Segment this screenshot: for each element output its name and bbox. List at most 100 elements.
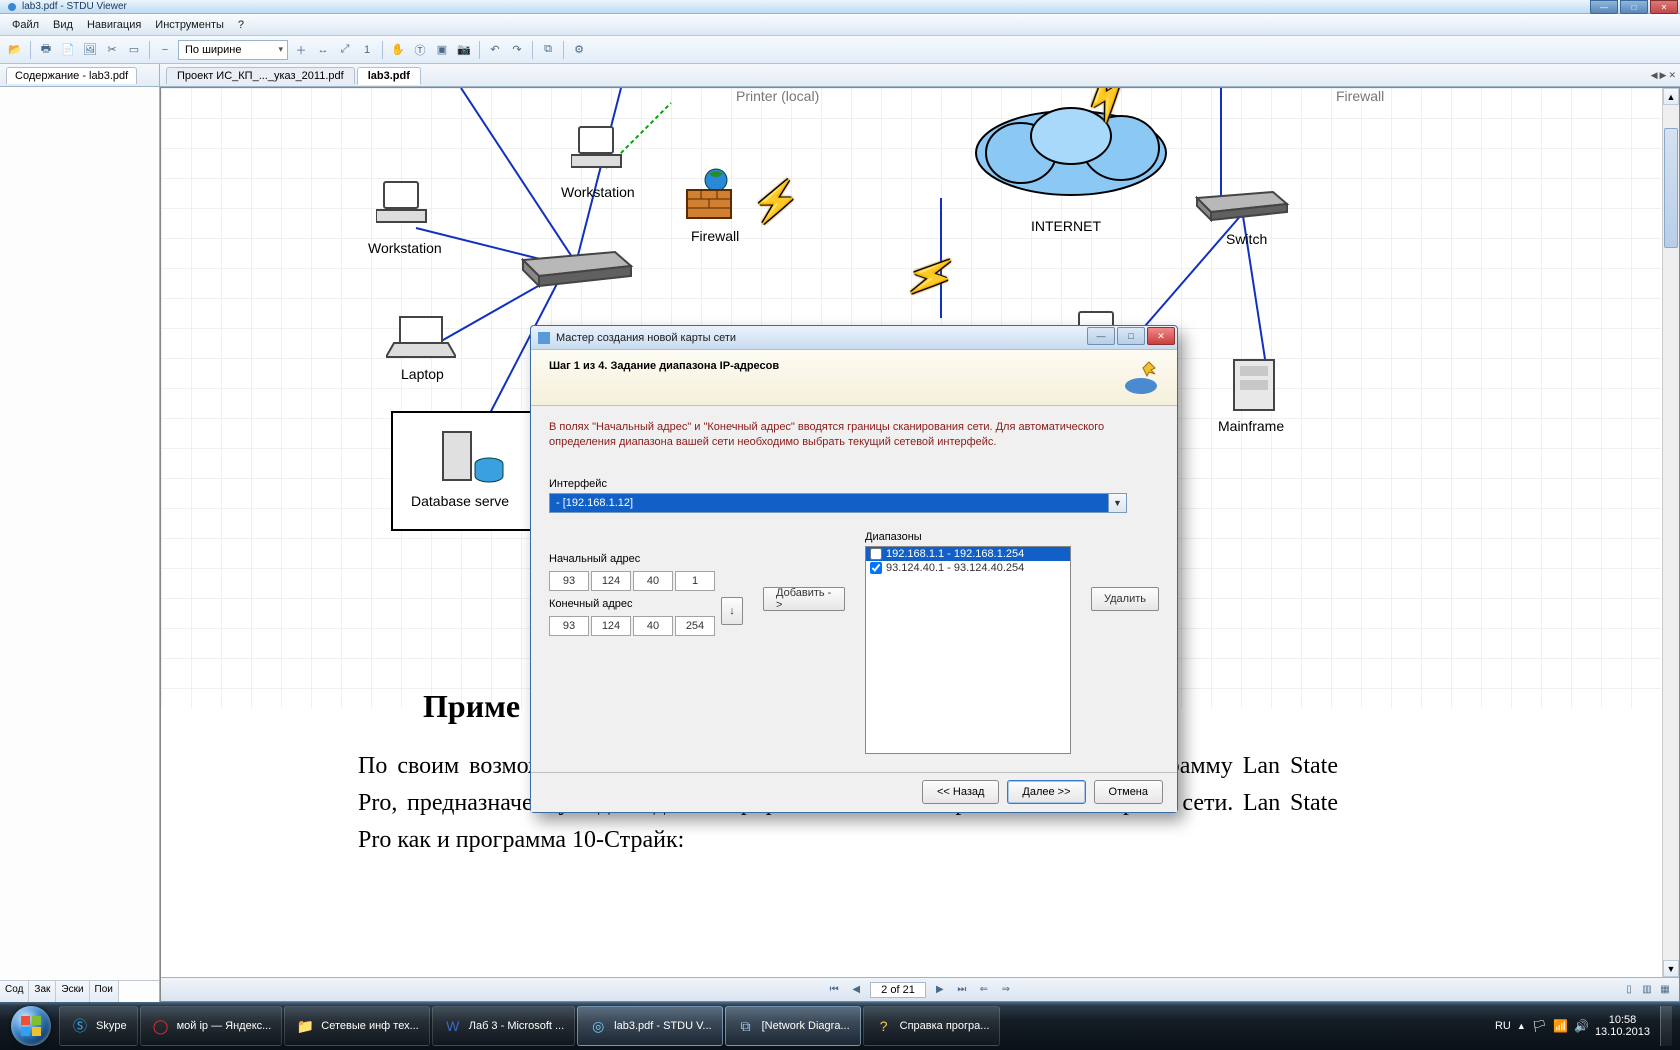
open-icon[interactable]: 📂 [6,41,24,59]
dialog-titlebar[interactable]: Мастер создания новой карты сети — □ ✕ [531,326,1177,350]
prev-page-icon[interactable]: ◀ [848,982,864,998]
tab-close-icon[interactable]: ✕ [1668,70,1676,81]
scroll-down-icon[interactable]: ▼ [1663,960,1679,977]
network-icon[interactable]: 📶 [1553,1019,1568,1033]
settings-icon[interactable]: ⚙ [570,41,588,59]
zoom-select[interactable]: По ширине [178,40,288,60]
start-button[interactable] [4,1006,58,1046]
laptop-label: Laptop [401,366,444,382]
maximize-button[interactable]: □ [1620,0,1648,14]
back-icon[interactable]: ⇐ [976,982,992,998]
scroll-thumb[interactable] [1664,128,1678,248]
ip-octet[interactable]: 40 [633,616,673,636]
sidebar-tab-thumbnails[interactable]: Эски [56,981,89,1002]
sidebar-body[interactable] [0,87,159,980]
vertical-scrollbar[interactable]: ▲ ▼ [1662,88,1679,977]
sidebar-tab-contents[interactable]: Содержание - lab3.pdf [6,67,137,84]
tray-chevron-icon[interactable]: ▲ [1517,1021,1526,1031]
last-page-icon[interactable]: ⏭ [954,982,970,998]
delete-range-button[interactable]: Удалить [1091,587,1159,611]
ip-octet[interactable]: 93 [549,571,589,591]
forward-icon[interactable]: ⇒ [998,982,1014,998]
titlebar[interactable]: lab3.pdf - STDU Viewer — □ ✕ [0,0,1680,14]
dialog-maximize-button[interactable]: □ [1117,327,1145,345]
ip-octet[interactable]: 124 [591,571,631,591]
zoom-in-icon[interactable]: ＋ [292,41,310,59]
hand-icon[interactable]: ✋ [389,41,407,59]
back-button[interactable]: << Назад [922,780,999,804]
rect-select-icon[interactable]: ▣ [433,41,451,59]
export-image-icon[interactable]: 🖼 [81,41,99,59]
close-button[interactable]: ✕ [1650,0,1678,14]
task-folder[interactable]: 📁 Сетевые инф тех... [284,1006,429,1046]
snapshot-icon[interactable]: ✂ [103,41,121,59]
chevron-down-icon[interactable]: ▼ [1108,494,1126,512]
select-icon[interactable]: ▭ [125,41,143,59]
continuous-icon[interactable]: ▥ [1639,982,1655,998]
task-stdu[interactable]: ◎ lab3.pdf - STDU V... [577,1006,722,1046]
flag-icon[interactable]: 🏳 [1532,1019,1547,1033]
fit-page-icon[interactable]: ⤢ [336,41,354,59]
task-opera[interactable]: ◯ мой ip — Яндекс... [140,1006,283,1046]
rotate-left-icon[interactable]: ↶ [486,41,504,59]
interface-combobox[interactable]: - [192.168.1.12] ▼ [549,493,1127,513]
print-icon[interactable]: 🖶 [37,41,55,59]
diagram-icon: ⧉ [736,1016,756,1036]
copy-icon[interactable]: ⧉ [539,41,557,59]
clock[interactable]: 10:58 13.10.2013 [1595,1014,1650,1038]
dialog-close-button[interactable]: ✕ [1147,327,1175,345]
first-page-icon[interactable]: ⏮ [826,982,842,998]
export-text-icon[interactable]: 📄 [59,41,77,59]
next-page-icon[interactable]: ▶ [932,982,948,998]
range-item[interactable]: 192.168.1.1 - 192.168.1.254 [866,547,1070,561]
tab-prev-icon[interactable]: ◀ [1651,70,1658,81]
actual-size-icon[interactable]: 1 [358,41,376,59]
doc-tab-1[interactable]: Проект ИС_КП_..._указ_2011.pdf [166,67,355,84]
minimize-button[interactable]: — [1590,0,1618,14]
separator [30,41,31,59]
task-help[interactable]: ? Справка програ... [863,1006,1001,1046]
sidebar-tab-contents2[interactable]: Сод [0,981,29,1002]
laptop-icon [386,313,456,363]
facing-icon[interactable]: ▦ [1657,982,1673,998]
add-range-button[interactable]: Добавить -> [763,587,845,611]
ip-octet[interactable]: 40 [633,571,673,591]
fit-width-icon[interactable]: ↔ [314,41,332,59]
single-page-icon[interactable]: ▯ [1621,982,1637,998]
menu-tools[interactable]: Инструменты [149,17,230,33]
menu-view[interactable]: Вид [47,17,79,33]
scroll-up-icon[interactable]: ▲ [1663,88,1679,105]
menu-navigation[interactable]: Навигация [81,17,147,33]
range-item[interactable]: 93.124.40.1 - 93.124.40.254 [866,561,1070,575]
zoom-out-icon[interactable]: − [156,41,174,59]
swap-button[interactable]: ↓ [721,597,743,625]
rotate-right-icon[interactable]: ↷ [508,41,526,59]
doc-tab-2[interactable]: lab3.pdf [357,67,421,85]
switch-label: Switch [1226,231,1267,247]
sidebar-tab-search[interactable]: Пои [90,981,119,1002]
ip-octet[interactable]: 93 [549,616,589,636]
next-button[interactable]: Далее >> [1007,780,1085,804]
ip-octet[interactable]: 254 [675,616,715,636]
switch-icon [1191,188,1291,223]
menu-help[interactable]: ? [232,17,250,33]
task-word[interactable]: W Лаб 3 - Microsoft ... [432,1006,575,1046]
ip-octet[interactable]: 1 [675,571,715,591]
dialog-minimize-button[interactable]: — [1087,327,1115,345]
ranges-listbox[interactable]: 192.168.1.1 - 192.168.1.254 93.124.40.1 … [865,546,1071,754]
cancel-button[interactable]: Отмена [1094,780,1163,804]
task-network-diagram[interactable]: ⧉ [Network Diagra... [725,1006,861,1046]
lang-indicator[interactable]: RU [1495,1020,1511,1032]
text-select-icon[interactable]: Ⓣ [411,41,429,59]
tab-next-icon[interactable]: ▶ [1660,70,1667,81]
sidebar-tab-bookmarks[interactable]: Зак [29,981,56,1002]
show-desktop-button[interactable] [1660,1006,1672,1046]
volume-icon[interactable]: 🔊 [1574,1019,1589,1033]
range-checkbox[interactable] [870,562,882,574]
dialog-title-text: Мастер создания новой карты сети [556,332,736,344]
task-skype[interactable]: Ⓢ Skype [59,1006,138,1046]
ip-octet[interactable]: 124 [591,616,631,636]
range-checkbox[interactable] [870,548,882,560]
menu-file[interactable]: Файл [6,17,45,33]
snapshot2-icon[interactable]: 📷 [455,41,473,59]
